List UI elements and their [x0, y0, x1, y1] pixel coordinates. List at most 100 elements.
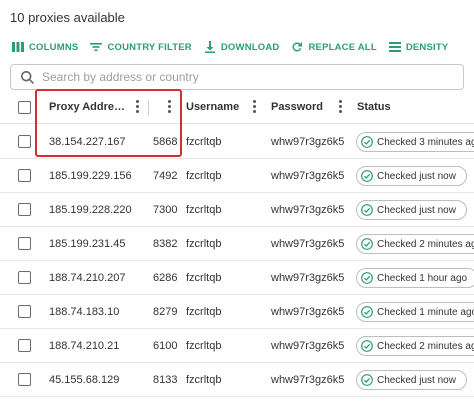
username-cell: fzcrltqb [186, 374, 222, 386]
column-header-password[interactable]: Password [271, 101, 323, 113]
status-badge: Checked 3 minutes ago [356, 132, 474, 152]
username-cell: fzcrltqb [186, 306, 222, 318]
status-text: Checked 1 hour ago [377, 272, 468, 284]
status-badge: Checked just now [356, 370, 467, 390]
proxy-address-cell: 185.199.228.220 [49, 204, 132, 216]
status-badge: Checked 2 minutes ago [356, 234, 474, 254]
password-cell: whw97r3gz6k5 [271, 136, 345, 148]
proxy-address-cell: 185.199.229.156 [49, 170, 132, 182]
search-input[interactable] [42, 70, 442, 84]
username-cell: fzcrltqb [186, 238, 222, 250]
proxy-count: 10 proxies available [10, 10, 125, 25]
search-icon [21, 70, 34, 84]
username-cell: fzcrltqb [186, 204, 222, 216]
status-text: Checked just now [377, 374, 456, 386]
port-cell: 6100 [153, 340, 178, 352]
row-checkbox[interactable] [18, 339, 31, 352]
column-header-proxy-address[interactable]: Proxy Addre… [49, 101, 125, 113]
columns-label: COLUMNS [29, 41, 79, 53]
proxy-address-cell: 45.155.68.129 [49, 374, 120, 386]
status-badge: Checked just now [356, 200, 467, 220]
column-header-status[interactable]: Status [357, 101, 391, 113]
username-column-menu-icon[interactable] [252, 100, 256, 114]
proxy-address-cell: 188.74.183.10 [49, 306, 120, 318]
table-row[interactable]: 188.74.210.207 6286 fzcrltqb whw97r3gz6k5 Ch… [0, 261, 474, 295]
proxy-address-cell: 185.199.231.45 [49, 238, 126, 250]
row-checkbox[interactable] [18, 271, 31, 284]
row-checkbox[interactable] [18, 203, 31, 216]
replace-all-button[interactable]: REPLACE ALL [291, 41, 377, 53]
replace-all-label: REPLACE ALL [308, 41, 377, 53]
username-cell: fzcrltqb [186, 170, 222, 182]
search-box [10, 64, 464, 90]
port-cell: 6286 [153, 272, 178, 284]
password-cell: whw97r3gz6k5 [271, 238, 345, 250]
proxy-address-cell: 188.74.210.207 [49, 272, 126, 284]
table-header: Proxy Addre… Username Password Status [0, 92, 474, 124]
refresh-icon [292, 42, 303, 52]
password-cell: whw97r3gz6k5 [271, 204, 345, 216]
grid-toolbar: COLUMNS COUNTRY FILTER DOWNLOAD REPLACE … [12, 40, 460, 54]
row-checkbox[interactable] [18, 373, 31, 386]
row-checkbox[interactable] [18, 169, 31, 182]
port-cell: 7300 [153, 204, 178, 216]
port-cell: 5868 [153, 136, 178, 148]
table-row[interactable]: 185.199.231.45 8382 fzcrltqb whw97r3gz6k5 Ch… [0, 227, 474, 261]
download-label: DOWNLOAD [220, 41, 280, 53]
password-cell: whw97r3gz6k5 [271, 306, 345, 318]
column-header-username[interactable]: Username [186, 101, 239, 113]
check-circle-icon [361, 306, 373, 318]
density-icon [388, 42, 401, 52]
select-all-checkbox[interactable] [18, 101, 31, 114]
download-button[interactable]: DOWNLOAD [204, 41, 280, 53]
username-cell: fzcrltqb [186, 340, 222, 352]
columns-button[interactable]: COLUMNS [12, 41, 78, 53]
status-text: Checked just now [377, 204, 456, 216]
password-cell: whw97r3gz6k5 [271, 170, 345, 182]
password-cell: whw97r3gz6k5 [271, 374, 345, 386]
username-cell: fzcrltqb [186, 272, 222, 284]
check-circle-icon [361, 272, 373, 284]
port-column-menu-icon[interactable] [167, 100, 171, 114]
password-column-menu-icon[interactable] [338, 100, 342, 114]
status-badge: Checked 2 minutes ago [356, 336, 474, 356]
table-row[interactable]: 185.199.228.220 7300 fzcrltqb whw97r3gz6k5 C… [0, 193, 474, 227]
row-checkbox[interactable] [18, 237, 31, 250]
download-icon [204, 41, 215, 53]
status-text: Checked 1 minute ago [377, 306, 474, 318]
check-circle-icon [361, 374, 373, 386]
username-cell: fzcrltqb [186, 136, 222, 148]
country-filter-button[interactable]: COUNTRY FILTER [90, 41, 192, 53]
port-cell: 8133 [153, 374, 178, 386]
density-label: DENSITY [405, 41, 449, 53]
password-cell: whw97r3gz6k5 [271, 272, 345, 284]
proxy-address-cell: 188.74.210.21 [49, 340, 120, 352]
status-badge: Checked just now [356, 166, 467, 186]
table-row[interactable]: 185.199.229.156 7492 fzcrltqb whw97r3gz6k5 C… [0, 159, 474, 193]
status-text: Checked 2 minutes ago [377, 340, 474, 352]
proxy-address-column-menu-icon[interactable] [135, 100, 139, 114]
table-row[interactable]: 188.74.210.21 6100 fzcrltqb whw97r3gz6k5 Che… [0, 329, 474, 363]
row-checkbox[interactable] [18, 135, 31, 148]
password-cell: whw97r3gz6k5 [271, 340, 345, 352]
check-circle-icon [361, 170, 373, 182]
table-row[interactable]: 188.74.183.10 8279 fzcrltqb whw97r3gz6k5 Che… [0, 295, 474, 329]
status-text: Checked 3 minutes ago [377, 136, 474, 148]
proxy-address-cell: 38.154.227.167 [49, 136, 126, 148]
table-row[interactable]: 45.155.68.129 8133 fzcrltqb whw97r3gz6k5 Che… [0, 363, 474, 397]
status-text: Checked just now [377, 170, 456, 182]
filter-icon [90, 43, 103, 51]
check-circle-icon [361, 204, 373, 216]
check-circle-icon [361, 238, 373, 250]
row-checkbox[interactable] [18, 305, 31, 318]
status-badge: Checked 1 minute ago [356, 302, 474, 322]
country-filter-label: COUNTRY FILTER [107, 41, 192, 53]
status-text: Checked 2 minutes ago [377, 238, 474, 250]
check-circle-icon [361, 340, 373, 352]
port-cell: 8279 [153, 306, 178, 318]
density-button[interactable]: DENSITY [388, 41, 449, 53]
columns-icon [12, 42, 24, 52]
table-row[interactable]: 38.154.227.167 5868 fzcrltqb whw97r3gz6k5 Ch… [0, 125, 474, 159]
port-cell: 7492 [153, 170, 178, 182]
column-divider[interactable] [148, 100, 149, 116]
